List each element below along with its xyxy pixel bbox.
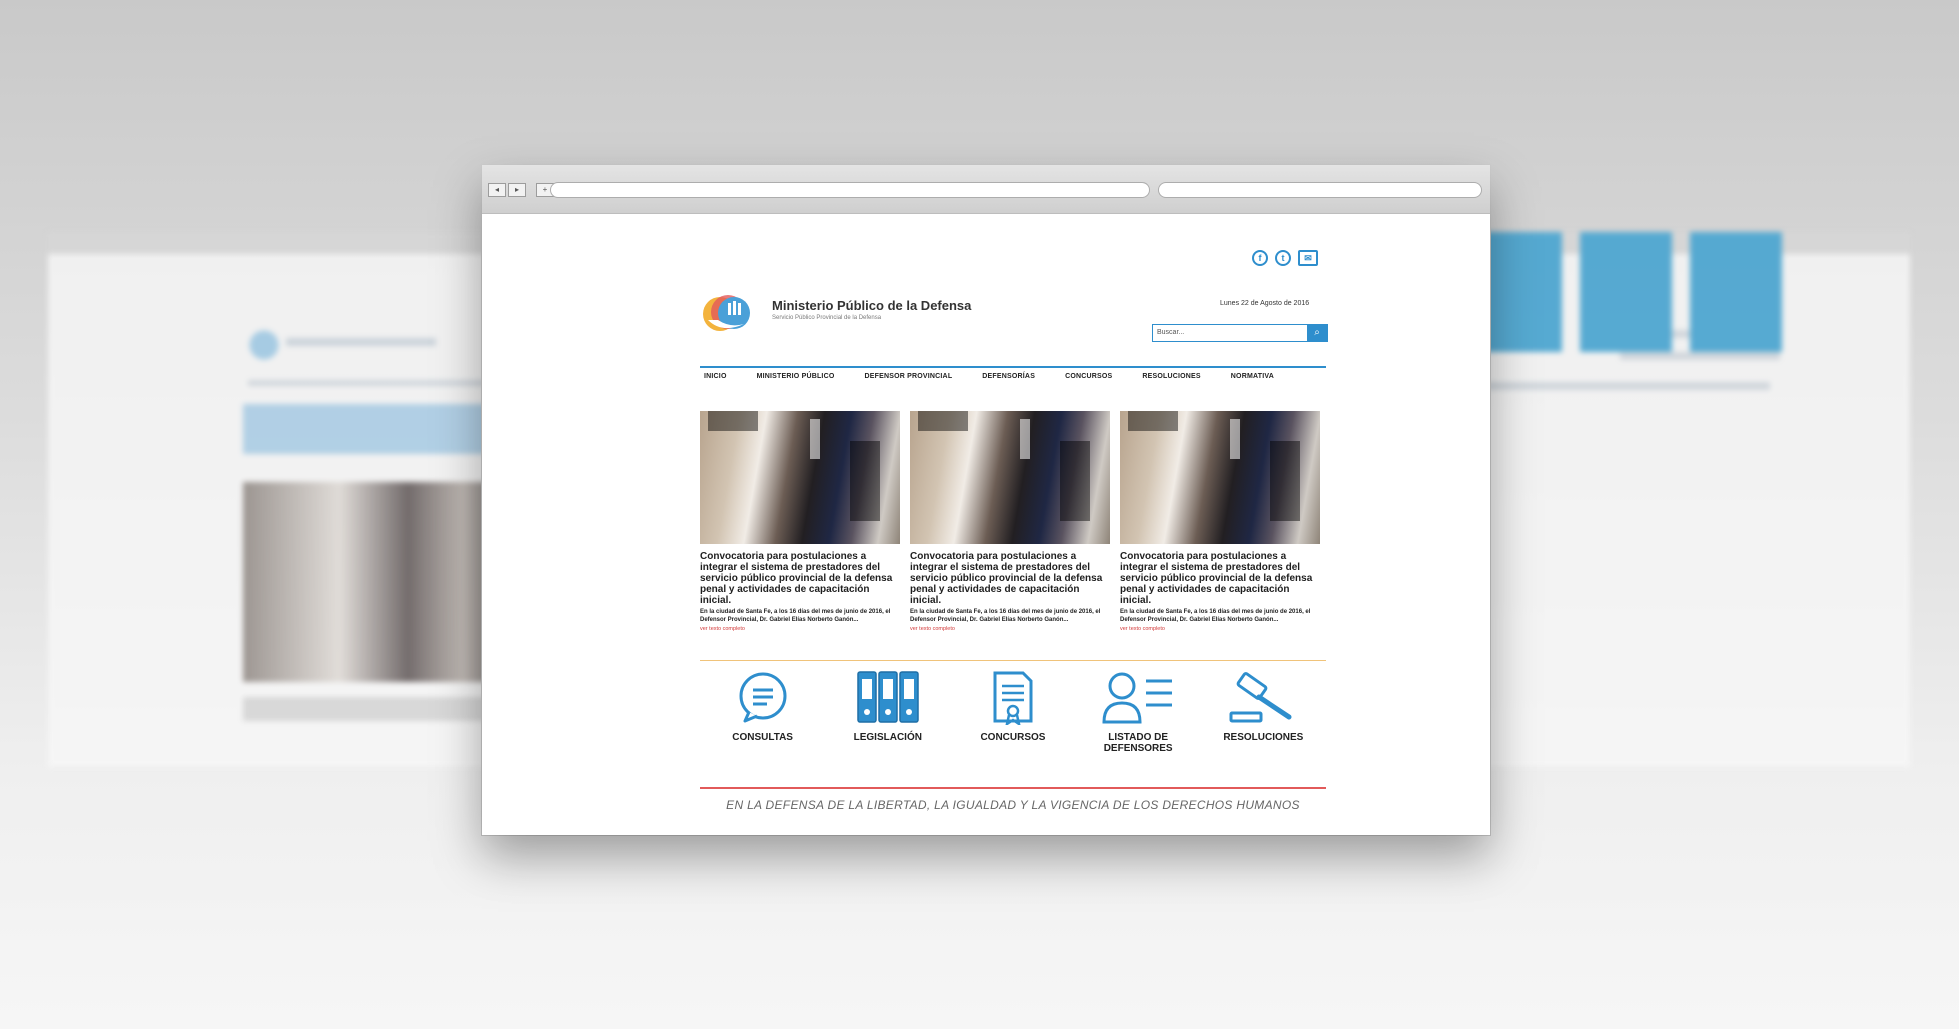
window-reflection: EN LA DEFENSA DE LA LIBERTAD, LA IGUALDA…	[482, 838, 1490, 1008]
brand-title: Ministerio Público de la Defensa	[772, 298, 972, 313]
quick-link-label: LEGISLACIÓN	[853, 732, 922, 743]
news-title[interactable]: Convocatoria para postulaciones a integr…	[700, 551, 900, 606]
news-title[interactable]: Convocatoria para postulaciones a integr…	[1120, 551, 1320, 606]
news-excerpt: En la ciudad de Santa Fe, a los 16 días …	[700, 609, 891, 624]
gavel-icon	[1229, 672, 1292, 723]
twitter-icon[interactable]: t	[1275, 250, 1291, 266]
footer-divider	[700, 787, 1326, 789]
page-content: f t ✉ Ministerio Público de la Defensa S…	[482, 214, 1490, 835]
browser-search-bar[interactable]	[1158, 182, 1482, 198]
forward-button[interactable]: ▸	[508, 183, 526, 197]
address-bar[interactable]	[550, 182, 1150, 198]
menu-item-normativa[interactable]: NORMATIVA	[1231, 373, 1274, 380]
quick-link-legislacion[interactable]: LEGISLACIÓN	[833, 669, 943, 754]
certificate-icon	[993, 671, 1033, 725]
brand[interactable]: Ministerio Público de la Defensa Servici…	[772, 298, 971, 321]
search-button[interactable]: ⌕	[1307, 325, 1327, 341]
quick-link-label: CONSULTAS	[732, 732, 793, 743]
binders-icon	[857, 671, 919, 723]
news-photo[interactable]	[1120, 411, 1320, 544]
news-card[interactable]: Convocatoria para postulaciones a integr…	[1120, 411, 1320, 632]
browser-chrome: ◂ ▸ +	[482, 165, 1490, 214]
mail-icon[interactable]: ✉	[1298, 250, 1318, 266]
menu-item-inicio[interactable]: INICIO	[704, 373, 727, 380]
browser-window: ◂ ▸ + f t ✉ Ministerio Público de la Def…	[482, 165, 1490, 835]
browser-nav-buttons: ◂ ▸ +	[488, 183, 554, 197]
person-list-icon	[1102, 672, 1173, 724]
social-links: f t ✉	[1252, 250, 1318, 266]
news-excerpt: En la ciudad de Santa Fe, a los 16 días …	[910, 609, 1101, 624]
menu-item-resoluciones[interactable]: RESOLUCIONES	[1142, 373, 1200, 380]
menu-item-ministerio[interactable]: MINISTERIO PÚBLICO	[757, 373, 835, 380]
menu-item-defensorias[interactable]: DEFENSORÍAS	[982, 373, 1035, 380]
read-more-link[interactable]: ver texto completo	[910, 626, 1110, 632]
brand-subtitle: Servicio Público Provincial de la Defens…	[772, 315, 882, 321]
site-search: Buscar... ⌕	[1152, 324, 1328, 342]
news-cards: Convocatoria para postulaciones a integr…	[700, 411, 1330, 632]
quick-link-label: RESOLUCIONES	[1223, 732, 1304, 743]
news-photo[interactable]	[910, 411, 1110, 544]
current-date: Lunes 22 de Agosto de 2016	[1220, 300, 1310, 307]
back-button[interactable]: ◂	[488, 183, 506, 197]
news-title[interactable]: Convocatoria para postulaciones a integr…	[910, 551, 1110, 606]
search-input[interactable]: Buscar...	[1153, 325, 1307, 341]
facebook-icon[interactable]: f	[1252, 250, 1268, 266]
section-divider	[700, 660, 1326, 661]
news-excerpt: En la ciudad de Santa Fe, a los 16 días …	[1120, 609, 1311, 624]
footer-slogan: EN LA DEFENSA DE LA LIBERTAD, LA IGUALDA…	[726, 798, 1300, 812]
menu-item-defensor[interactable]: DEFENSOR PROVINCIAL	[864, 373, 952, 380]
news-card[interactable]: Convocatoria para postulaciones a integr…	[910, 411, 1110, 632]
quick-link-label: CONCURSOS	[980, 732, 1046, 743]
main-menu: INICIO MINISTERIO PÚBLICO DEFENSOR PROVI…	[704, 373, 1274, 380]
background-browser-left	[48, 232, 518, 767]
ministry-logo-icon	[703, 295, 750, 331]
quick-link-label: LISTADO DE DEFENSORES	[1103, 732, 1173, 754]
nav-divider	[700, 366, 1326, 368]
quick-link-defensores[interactable]: LISTADO DE DEFENSORES	[1083, 669, 1193, 754]
quick-links: CONSULTAS LEGISLACIÓN CONCURSOS LISTADO …	[700, 669, 1326, 754]
menu-item-concursos[interactable]: CONCURSOS	[1065, 373, 1112, 380]
read-more-link[interactable]: ver texto completo	[1120, 626, 1320, 632]
quick-link-concursos[interactable]: CONCURSOS	[958, 669, 1068, 754]
background-browser-right	[1470, 232, 1910, 767]
news-photo[interactable]	[700, 411, 900, 544]
quick-link-resoluciones[interactable]: RESOLUCIONES	[1208, 669, 1318, 754]
read-more-link[interactable]: ver texto completo	[700, 626, 900, 632]
chat-bubble-icon	[739, 672, 787, 723]
news-card[interactable]: Convocatoria para postulaciones a integr…	[700, 411, 900, 632]
quick-link-consultas[interactable]: CONSULTAS	[708, 669, 818, 754]
